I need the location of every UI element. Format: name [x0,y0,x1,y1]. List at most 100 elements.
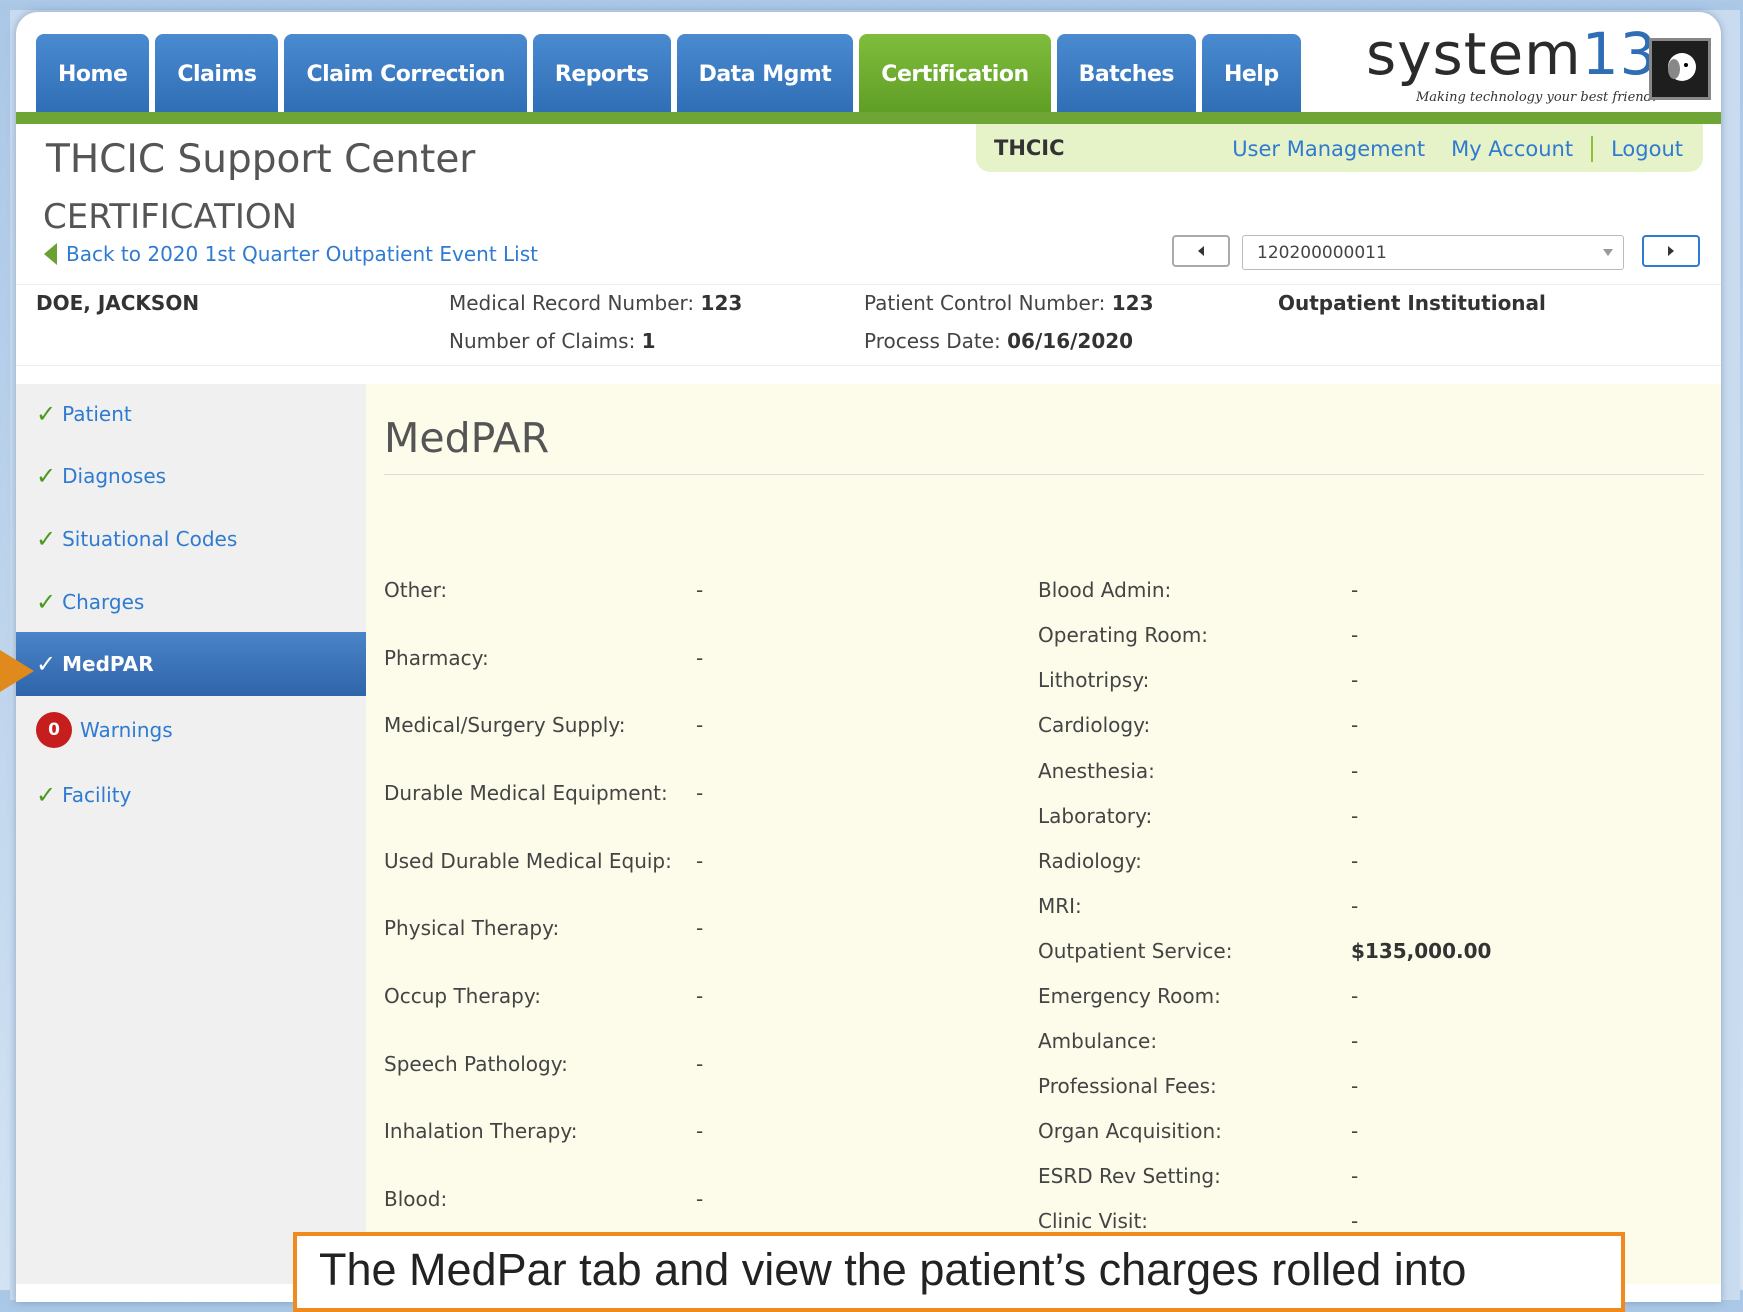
sidebar-item-medpar[interactable]: ✓ MedPAR [16,632,366,696]
charge-value: - [1351,668,1359,692]
medical-record-number: Medical Record Number: 123 [449,291,743,315]
warning-count-badge: 0 [36,712,72,748]
tab-claim-correction[interactable]: Claim Correction [284,34,527,114]
title-divider [384,474,1704,475]
charge-value: - [1351,1074,1359,1098]
panel-title: MedPAR [384,414,550,462]
sidebar-item-label: Diagnoses [62,464,167,488]
chevron-left-icon [1198,246,1204,256]
sidebar-item-label: MedPAR [62,652,154,676]
sidebar-item-patient[interactable]: ✓ Patient [16,384,366,444]
charge-label: Anesthesia: [1038,759,1155,783]
site-title: THCIC Support Center [46,137,476,182]
logo-name: system [1366,20,1582,88]
record-select-value: 120200000011 [1257,243,1387,263]
charge-value: - [696,646,704,670]
top-nav: Home Claims Claim Correction Reports Dat… [16,12,1721,127]
section-title: CERTIFICATION [43,197,298,237]
charge-label: Speech Pathology: [384,1052,568,1076]
charge-value: - [1351,804,1359,828]
charge-value: - [1351,1119,1359,1143]
tab-data-mgmt[interactable]: Data Mgmt [676,34,854,114]
charge-value: - [696,849,704,873]
nav-tabs: Home Claims Claim Correction Reports Dat… [36,34,1301,114]
charge-label: Cardiology: [1038,713,1151,737]
charge-label: Outpatient Service: [1038,939,1233,963]
logo-wordmark: system13 [1366,20,1658,88]
check-icon: ✓ [36,781,57,809]
sidebar-item-situational-codes[interactable]: ✓ Situational Codes [16,509,366,569]
charge-label: Radiology: [1038,849,1142,873]
check-icon: ✓ [36,650,57,678]
dog-logo-icon [1649,38,1711,100]
charge-value: - [1351,894,1359,918]
nav-underline [16,112,1721,124]
back-link-label: Back to 2020 1st Quarter Outpatient Even… [66,242,538,266]
charge-label: Organ Acquisition: [1038,1119,1222,1143]
number-of-claims: Number of Claims: 1 [449,329,656,353]
logo-number: 13 [1581,20,1658,88]
sidebar-item-warnings[interactable]: 0 Warnings [16,700,366,760]
patient-info: DOE, JACKSON Medical Record Number: 123 … [16,284,1721,366]
sidebar-item-label: Facility [62,783,132,807]
user-management-link[interactable]: User Management [1232,137,1425,161]
charge-value: - [696,578,704,602]
charge-label: Durable Medical Equipment: [384,781,668,805]
chevron-down-icon [1603,249,1613,256]
system13-logo: system13 Making technology your best fri… [1366,20,1711,113]
charge-label: Ambulance: [1038,1029,1158,1053]
charge-label: MRI: [1038,894,1082,918]
tab-claims[interactable]: Claims [155,34,279,114]
charge-label: Professional Fees: [1038,1074,1217,1098]
tab-batches[interactable]: Batches [1056,34,1196,114]
next-record-button[interactable] [1642,235,1700,267]
charge-label: ESRD Rev Setting: [1038,1164,1221,1188]
charge-label: Used Durable Medical Equip: [384,849,672,873]
record-select[interactable]: 120200000011 [1242,235,1624,270]
charge-label: Medical/Surgery Supply: [384,713,626,737]
check-icon: ✓ [36,588,57,616]
app-window: Home Claims Claim Correction Reports Dat… [16,12,1721,1302]
outpatient-service-value: $135,000.00 [1351,939,1492,963]
tab-home[interactable]: Home [36,34,150,114]
charge-value: - [1351,984,1359,1008]
charge-label: Blood: [384,1187,448,1211]
prev-record-button[interactable] [1172,235,1230,267]
pointer-arrow-icon [0,650,34,692]
patient-name: DOE, JACKSON [36,291,200,315]
process-date: Process Date: 06/16/2020 [864,329,1134,353]
charge-label: Inhalation Therapy: [384,1119,578,1143]
charge-label: Laboratory: [1038,804,1153,828]
charge-value: - [1351,1209,1359,1233]
charge-value: - [696,1119,704,1143]
org-name: THCIC [994,136,1065,160]
tab-certification[interactable]: Certification [859,34,1051,114]
claim-type: Outpatient Institutional [1278,291,1546,315]
charge-value: - [1351,1029,1359,1053]
link-divider [1591,136,1594,162]
tab-reports[interactable]: Reports [532,34,671,114]
tab-help[interactable]: Help [1201,34,1301,114]
charge-value: - [696,713,704,737]
callout-text: The MedPar tab and view the patient’s ch… [319,1244,1467,1295]
charge-value: - [1351,713,1359,737]
charge-value: - [696,781,704,805]
charge-value: - [696,1187,704,1211]
user-links: User Management My Account Logout [1232,136,1683,162]
sidebar-item-charges[interactable]: ✓ Charges [16,572,366,632]
callout-box: The MedPar tab and view the patient’s ch… [293,1232,1625,1312]
sidebar-item-diagnoses[interactable]: ✓ Diagnoses [16,446,366,506]
my-account-link[interactable]: My Account [1451,137,1573,161]
charge-label: Operating Room: [1038,623,1209,647]
check-icon: ✓ [36,462,57,490]
charge-value: - [696,916,704,940]
charge-value: - [1351,1164,1359,1188]
charge-label: Pharmacy: [384,646,489,670]
logout-link[interactable]: Logout [1611,137,1683,161]
sidebar-item-label: Patient [62,402,132,426]
charge-label: Physical Therapy: [384,916,560,940]
logo-tagline: Making technology your best friend. [1416,90,1657,105]
back-arrow-icon [44,243,57,265]
sidebar-item-facility[interactable]: ✓ Facility [16,765,366,825]
back-link[interactable]: Back to 2020 1st Quarter Outpatient Even… [44,242,538,266]
